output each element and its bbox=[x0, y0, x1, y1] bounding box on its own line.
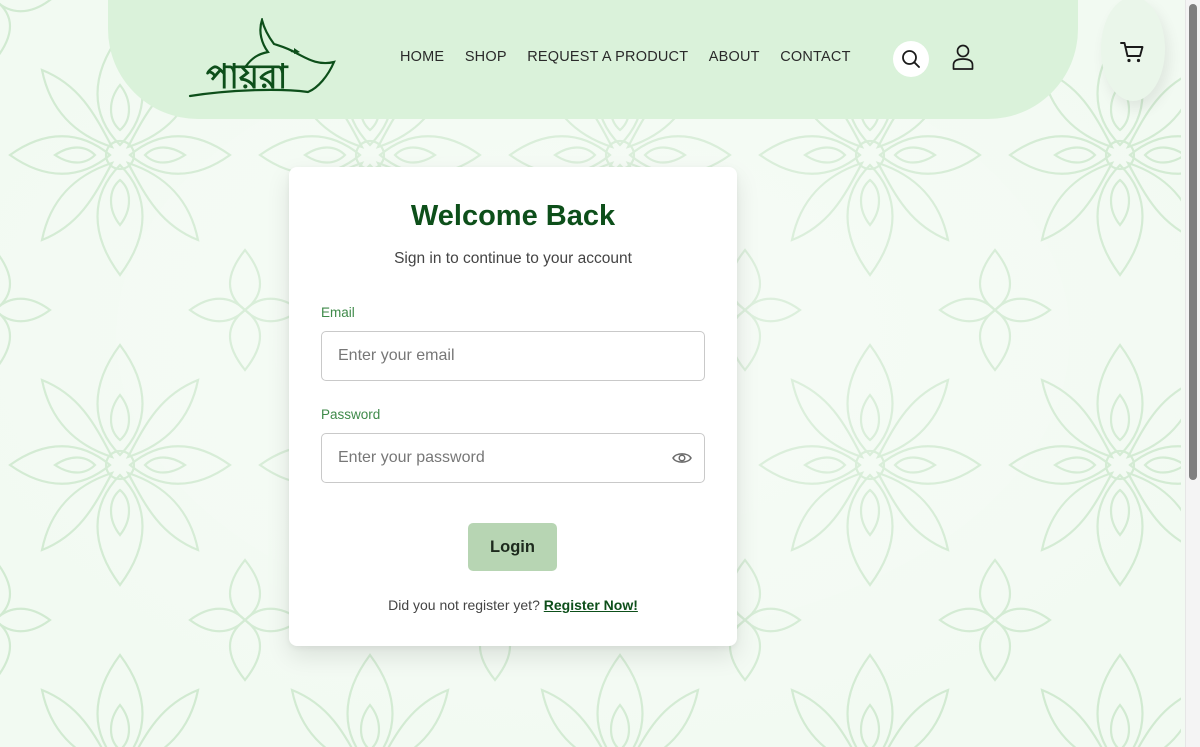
email-label: Email bbox=[321, 305, 355, 320]
login-button[interactable]: Login bbox=[468, 523, 557, 571]
login-title: Welcome Back bbox=[410, 200, 616, 232]
password-label: Password bbox=[321, 407, 381, 422]
main-nav: HOME SHOP REQUEST A PRODUCT ABOUT CONTAC… bbox=[400, 49, 871, 65]
cart-button[interactable] bbox=[1097, 0, 1167, 101]
password-field[interactable] bbox=[322, 434, 658, 482]
login-subtitle: Sign in to continue to your account bbox=[394, 250, 632, 267]
user-icon bbox=[952, 44, 974, 70]
site-header: পায়রা HOME SHOP REQUEST A PRODUCT ABOUT… bbox=[108, 0, 1078, 119]
search-icon bbox=[902, 50, 920, 68]
logo-wordmark: পায়রা bbox=[206, 57, 289, 97]
nav-about[interactable]: ABOUT bbox=[709, 49, 760, 65]
dove-logo-icon: পায়রা bbox=[188, 16, 336, 98]
eye-icon[interactable] bbox=[672, 449, 692, 467]
brand-logo[interactable]: পায়রা bbox=[188, 16, 336, 102]
register-prompt: Did you not register yet? Register Now! bbox=[289, 597, 737, 613]
register-prompt-text: Did you not register yet? bbox=[388, 597, 544, 613]
page-scrollbar[interactable] bbox=[1185, 0, 1200, 747]
search-button[interactable] bbox=[893, 41, 929, 77]
email-field-wrapper bbox=[321, 331, 705, 381]
email-field[interactable] bbox=[322, 332, 658, 380]
nav-shop[interactable]: SHOP bbox=[465, 49, 507, 65]
login-card: Welcome Back Sign in to continue to your… bbox=[289, 167, 737, 646]
cart-icon bbox=[1120, 42, 1144, 63]
scrollbar-thumb[interactable] bbox=[1189, 4, 1197, 480]
nav-home[interactable]: HOME bbox=[400, 49, 444, 65]
nav-request-product[interactable]: REQUEST A PRODUCT bbox=[527, 49, 688, 65]
account-button[interactable] bbox=[948, 41, 978, 73]
register-link[interactable]: Register Now! bbox=[544, 597, 638, 613]
nav-contact[interactable]: CONTACT bbox=[780, 49, 850, 65]
password-field-wrapper bbox=[321, 433, 705, 483]
